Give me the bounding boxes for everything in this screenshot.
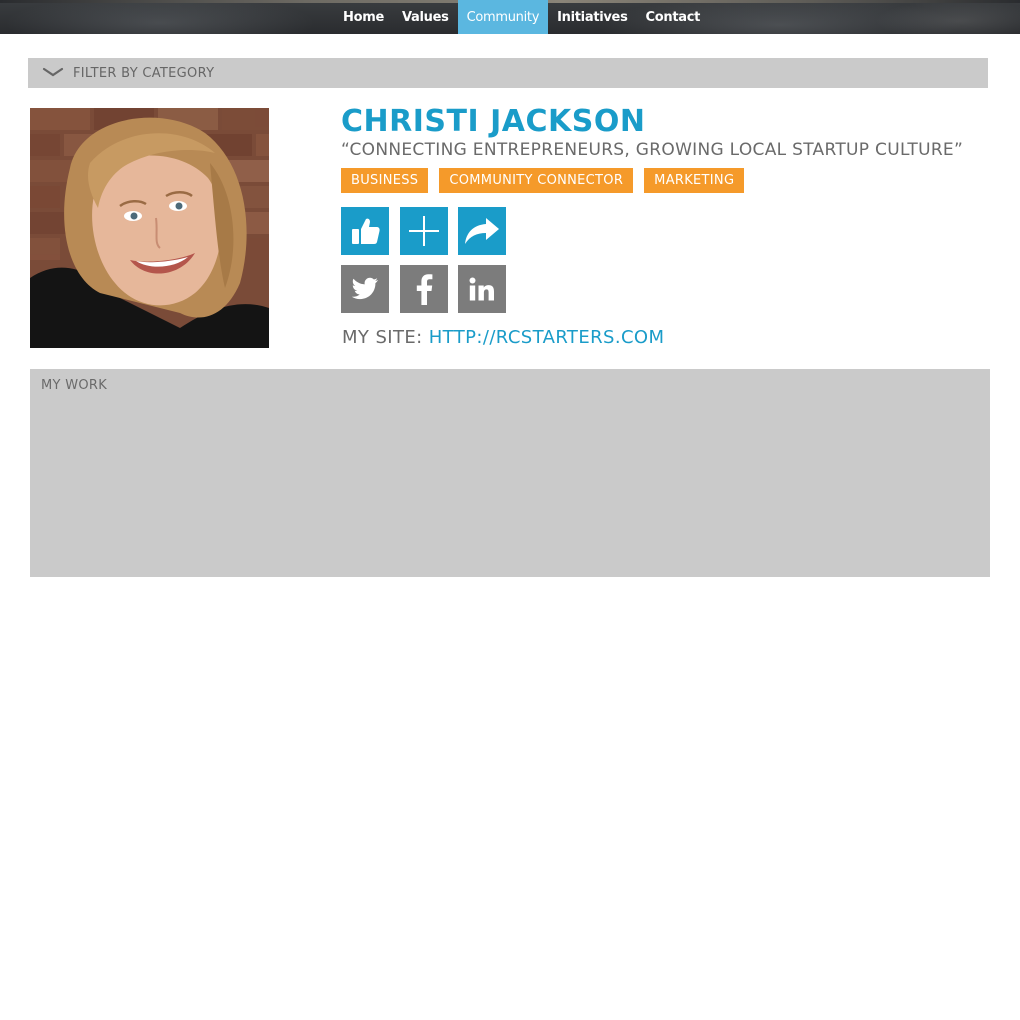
- top-navigation-bar: Home Values Community Initiatives Contac…: [0, 0, 1020, 34]
- profile-tags: Business Community Connector Marketing: [341, 168, 755, 193]
- profile-photo: [30, 108, 269, 348]
- filter-label: Filter by category: [73, 65, 215, 81]
- facebook-button[interactable]: [400, 265, 448, 313]
- profile-name: Christi Jackson: [341, 104, 646, 139]
- site-link[interactable]: http://rcstarters.com: [429, 327, 665, 348]
- filter-by-category-toggle[interactable]: Filter by category: [28, 58, 988, 88]
- site-label: My site:: [342, 327, 423, 348]
- profile-tagline: “Connecting entrepreneurs, growing local…: [341, 140, 964, 160]
- tag-community-connector[interactable]: Community Connector: [439, 168, 634, 193]
- facebook-icon: [416, 274, 433, 305]
- personal-site: My site: http://rcstarters.com: [342, 327, 664, 348]
- my-work-panel: My work: [30, 369, 990, 577]
- share-button[interactable]: [458, 207, 506, 255]
- nav-item-initiatives[interactable]: Initiatives: [548, 0, 636, 34]
- nav-item-contact[interactable]: Contact: [637, 0, 710, 34]
- thumbs-up-icon: [352, 218, 380, 244]
- tag-marketing[interactable]: Marketing: [644, 168, 745, 193]
- nav-item-values[interactable]: Values: [393, 0, 458, 34]
- twitter-icon: [351, 277, 378, 300]
- nav-item-home[interactable]: Home: [334, 0, 393, 34]
- plus-icon: [409, 216, 439, 246]
- twitter-button[interactable]: [341, 265, 389, 313]
- main-nav: Home Values Community Initiatives Contac…: [334, 0, 709, 34]
- chevron-down-icon: [42, 67, 64, 77]
- my-work-title: My work: [41, 378, 108, 393]
- tag-business[interactable]: Business: [341, 168, 429, 193]
- nav-item-community[interactable]: Community: [457, 0, 549, 34]
- like-button[interactable]: [341, 207, 389, 255]
- add-button[interactable]: [400, 207, 448, 255]
- share-icon: [465, 218, 499, 244]
- linkedin-button[interactable]: [458, 265, 506, 313]
- linkedin-icon: [469, 277, 494, 301]
